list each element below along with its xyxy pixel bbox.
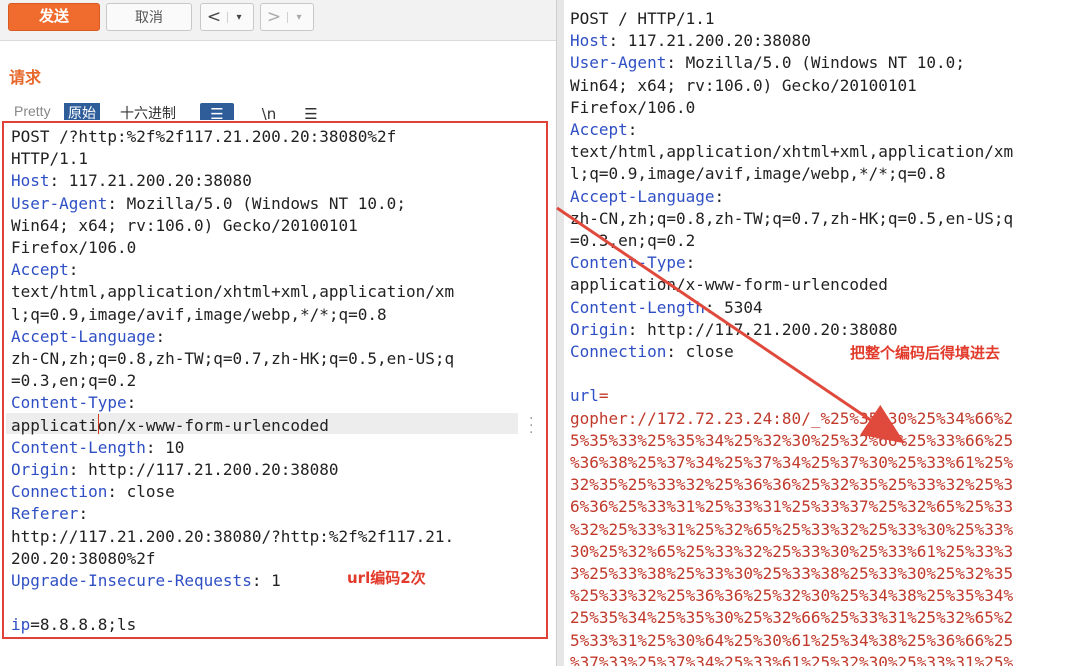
arrow-line [556,206,905,444]
annotation-arrow [556,206,905,444]
